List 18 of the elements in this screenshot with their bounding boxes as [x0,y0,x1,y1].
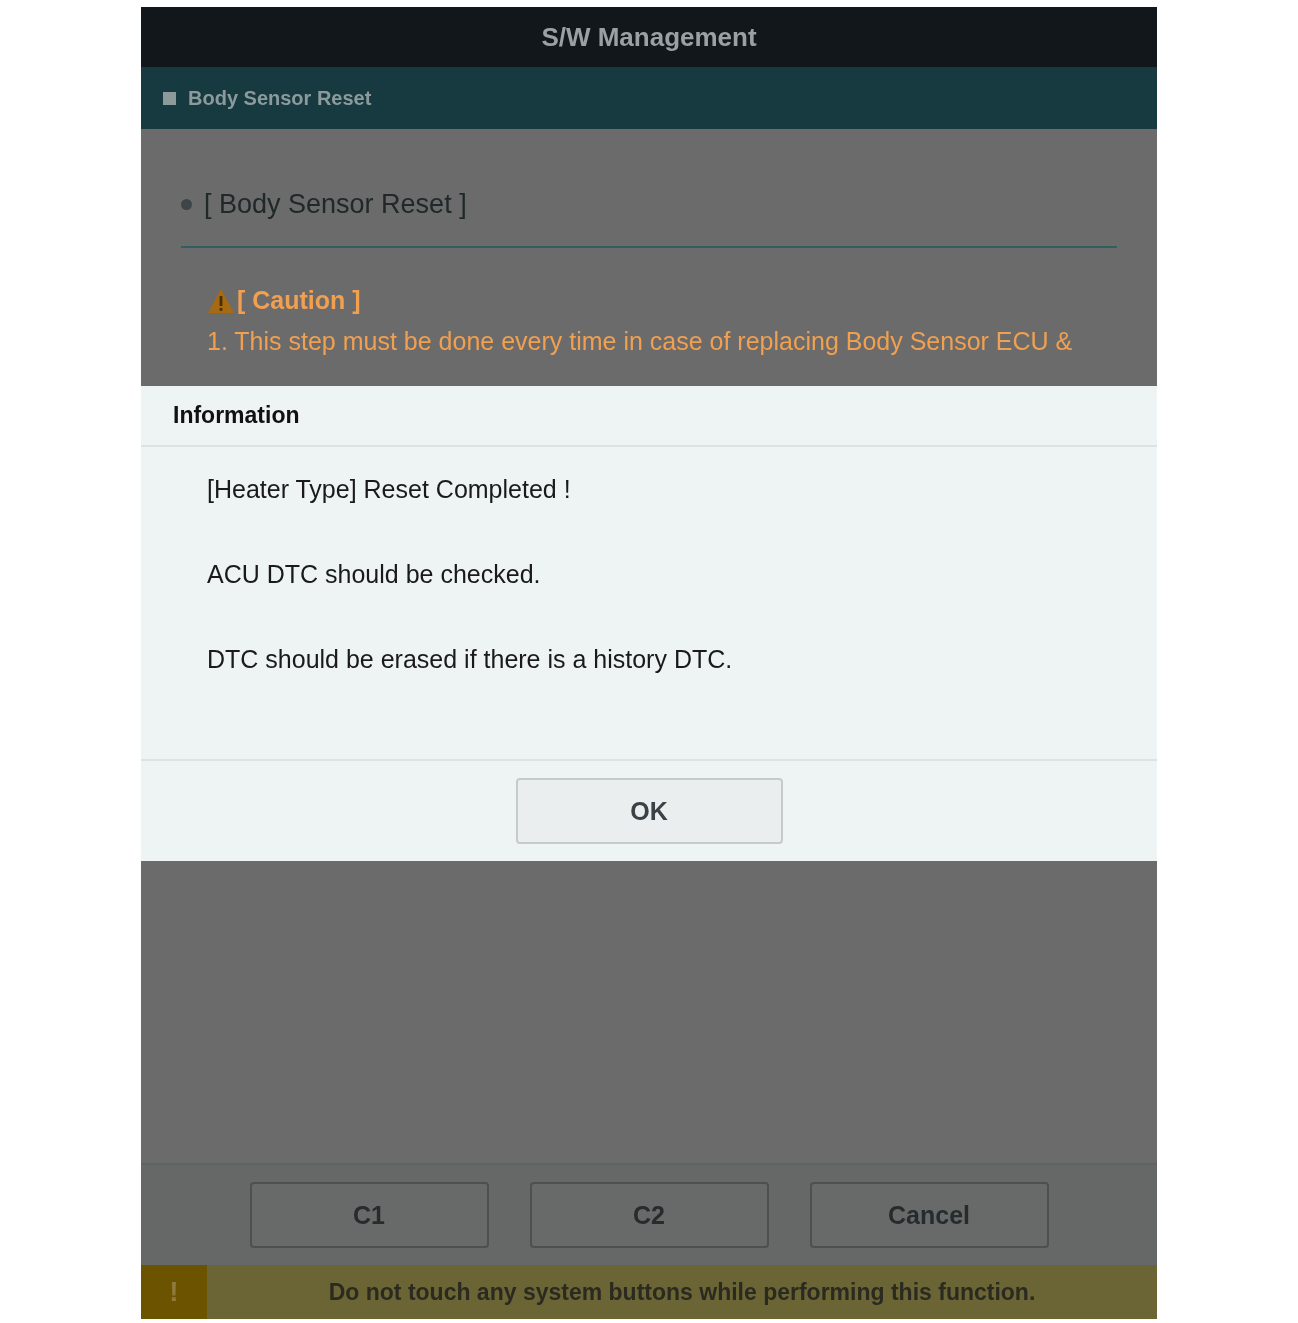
caution-title: [ Caution ] [237,286,361,315]
ok-button[interactable]: OK [515,778,783,844]
square-icon [163,91,176,105]
caution-text: 1. This step must be done every time in case of replacing Body Sensor ECU & [207,327,1074,356]
action-button[interactable]: C2 [529,1182,769,1248]
breadcrumb-text: Body Sensor Reset [188,86,372,110]
action-button[interactable]: Cancel [809,1182,1049,1248]
dialog-message: ACU DTC should be checked. [207,560,542,589]
warning-icon [207,287,235,314]
dialog-title: Information [173,402,300,429]
bullet-icon [181,199,192,210]
exclamation-icon: ! [141,1265,207,1319]
section-title: [ Body Sensor Reset ] [204,189,467,220]
window-title: S/W Management [541,21,757,53]
action-button[interactable]: C1 [249,1182,489,1248]
dialog-message: [Heater Type] Reset Completed ! [207,475,572,504]
status-message: Do not touch any system buttons while performing this function. [327,1277,1037,1307]
dialog-message: DTC should be erased if there is a history DTC. [207,645,734,674]
